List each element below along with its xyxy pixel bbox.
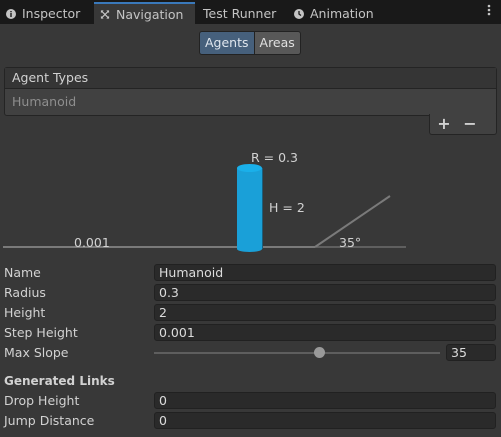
radius-field[interactable]: 0.3 xyxy=(154,284,496,301)
jump-distance-label-text: Jump Distance xyxy=(4,413,95,428)
drop-height-value: 0 xyxy=(159,393,167,408)
tab-label: Inspector xyxy=(22,6,81,21)
clock-icon xyxy=(294,8,304,19)
tab-inspector[interactable]: Inspector xyxy=(6,3,80,24)
name-value: Humanoid xyxy=(159,265,224,280)
jump-distance-field[interactable]: 0 xyxy=(154,412,496,429)
agent-visualization: R = 0.3 H = 2 0.001 35° xyxy=(0,140,501,258)
step-height-value: 0.001 xyxy=(159,325,195,340)
tab-label: Animation xyxy=(310,6,374,21)
step-height-label: 0.001 xyxy=(74,235,110,250)
tab-label: Test Runner xyxy=(203,6,277,21)
height-label-text: Height xyxy=(4,305,46,320)
drop-height-field[interactable]: 0 xyxy=(154,392,496,409)
jump-distance-value: 0 xyxy=(159,413,167,428)
window-tab-bar: Inspector Navigation Test Runner Animati… xyxy=(0,0,501,24)
info-icon xyxy=(6,8,16,19)
agent-cylinder xyxy=(237,164,263,252)
height-field[interactable]: 2 xyxy=(154,304,496,321)
areas-mode-button[interactable]: Areas xyxy=(254,31,301,55)
agent-type-item[interactable]: Humanoid xyxy=(5,89,496,115)
height-value: 2 xyxy=(159,305,167,320)
step-height-field[interactable]: 0.001 xyxy=(154,324,496,341)
navigation-icon xyxy=(100,9,110,19)
remove-agent-type-button[interactable]: − xyxy=(460,114,480,134)
add-agent-type-button[interactable]: + xyxy=(434,114,454,134)
max-slope-value: 35 xyxy=(451,345,467,360)
radius-label: R = 0.3 xyxy=(251,150,298,165)
slope-label: 35° xyxy=(339,235,361,250)
max-slope-label-text: Max Slope xyxy=(4,345,69,360)
name-label: Name xyxy=(4,265,41,280)
generated-links-heading: Generated Links xyxy=(4,374,115,388)
radius-label-text: Radius xyxy=(4,285,46,300)
list-footer: + − xyxy=(429,114,497,135)
more-options-icon[interactable] xyxy=(483,4,495,16)
agent-types-list: Agent Types Humanoid xyxy=(4,67,497,116)
radius-value: 0.3 xyxy=(159,285,179,300)
height-label: H = 2 xyxy=(269,200,305,215)
tab-label: Navigation xyxy=(116,6,184,22)
tab-navigation[interactable]: Navigation xyxy=(94,2,195,24)
tab-animation[interactable]: Animation xyxy=(294,3,374,24)
mode-toggle: Agents Areas xyxy=(199,31,301,55)
max-slope-slider-track[interactable] xyxy=(154,352,440,354)
agent-types-header: Agent Types xyxy=(5,68,496,89)
max-slope-field[interactable]: 35 xyxy=(446,344,496,361)
tab-test-runner[interactable]: Test Runner xyxy=(203,3,276,24)
drop-height-label-text: Drop Height xyxy=(4,393,80,408)
name-field[interactable]: Humanoid xyxy=(154,264,496,281)
step-height-label-text: Step Height xyxy=(4,325,78,340)
agents-mode-button[interactable]: Agents xyxy=(199,31,255,55)
